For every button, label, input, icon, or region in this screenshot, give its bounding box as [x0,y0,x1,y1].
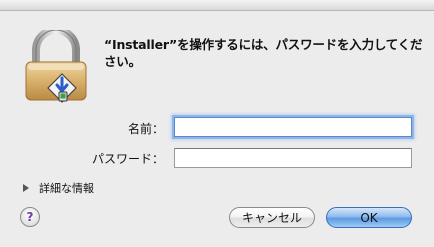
ok-button[interactable]: OK [326,207,412,228]
password-label: パスワード： [91,152,164,166]
disclosure-triangle-right-icon[interactable] [23,184,29,192]
name-label: 名前： [127,122,164,136]
lock-installer-icon [22,26,90,106]
auth-dialog: “Installer”を操作するには、パスワードを入力してください。 名前： パ… [0,0,434,247]
help-button[interactable]: ? [20,207,40,227]
title-bar [0,0,434,11]
details-disclosure[interactable]: 詳細な情報 [23,180,94,196]
dialog-message: “Installer”を操作するには、パスワードを入力してください。 [104,37,423,69]
cancel-button[interactable]: キャンセル [229,207,315,228]
name-field[interactable] [174,117,412,137]
details-label: 詳細な情報 [39,182,94,195]
help-question-icon: ? [26,210,34,224]
password-field[interactable] [174,148,412,168]
